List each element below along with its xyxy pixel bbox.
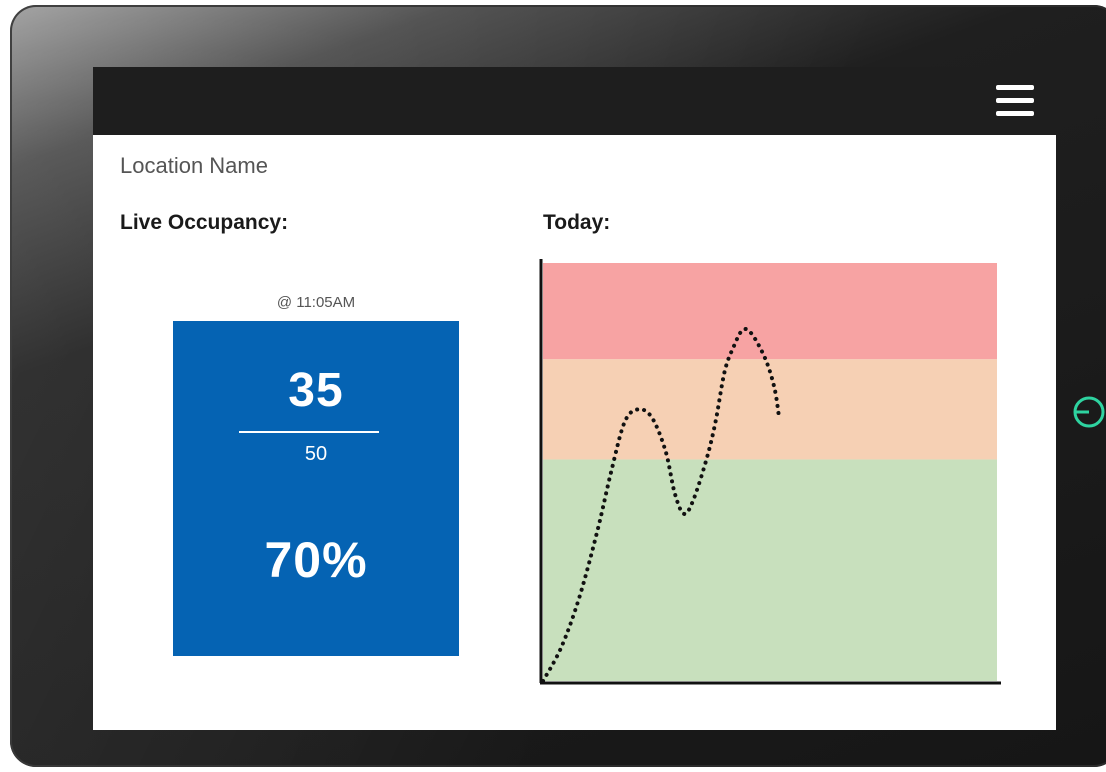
occupancy-percent: 70% <box>264 532 368 588</box>
today-occupancy-chart <box>539 259 1001 685</box>
hamburger-menu-icon[interactable] <box>996 83 1034 119</box>
occupancy-card: 35 50 70% <box>173 321 459 656</box>
menu-bar-line <box>996 98 1034 103</box>
chart-zone-2 <box>543 263 997 360</box>
occupancy-count: 35 <box>288 364 344 417</box>
location-name: Location Name <box>120 153 268 178</box>
chart-zone-0 <box>543 459 997 681</box>
live-occupancy-label: Live Occupancy: <box>120 211 289 234</box>
occupancy-capacity: 50 <box>304 443 328 465</box>
top-bar <box>93 67 1056 135</box>
menu-bar-line <box>996 111 1034 116</box>
fraction-divider <box>239 431 379 433</box>
chart-zone-1 <box>543 359 997 460</box>
today-label: Today: <box>543 211 611 234</box>
menu-bar-line <box>996 85 1034 90</box>
power-icon[interactable] <box>1072 395 1106 429</box>
tablet-screen: Location Name Live Occupancy: Today: @ 1… <box>93 67 1056 730</box>
occupancy-timestamp: @ 11:05AM <box>276 294 356 311</box>
tablet-frame: Location Name Live Occupancy: Today: @ 1… <box>10 5 1106 767</box>
